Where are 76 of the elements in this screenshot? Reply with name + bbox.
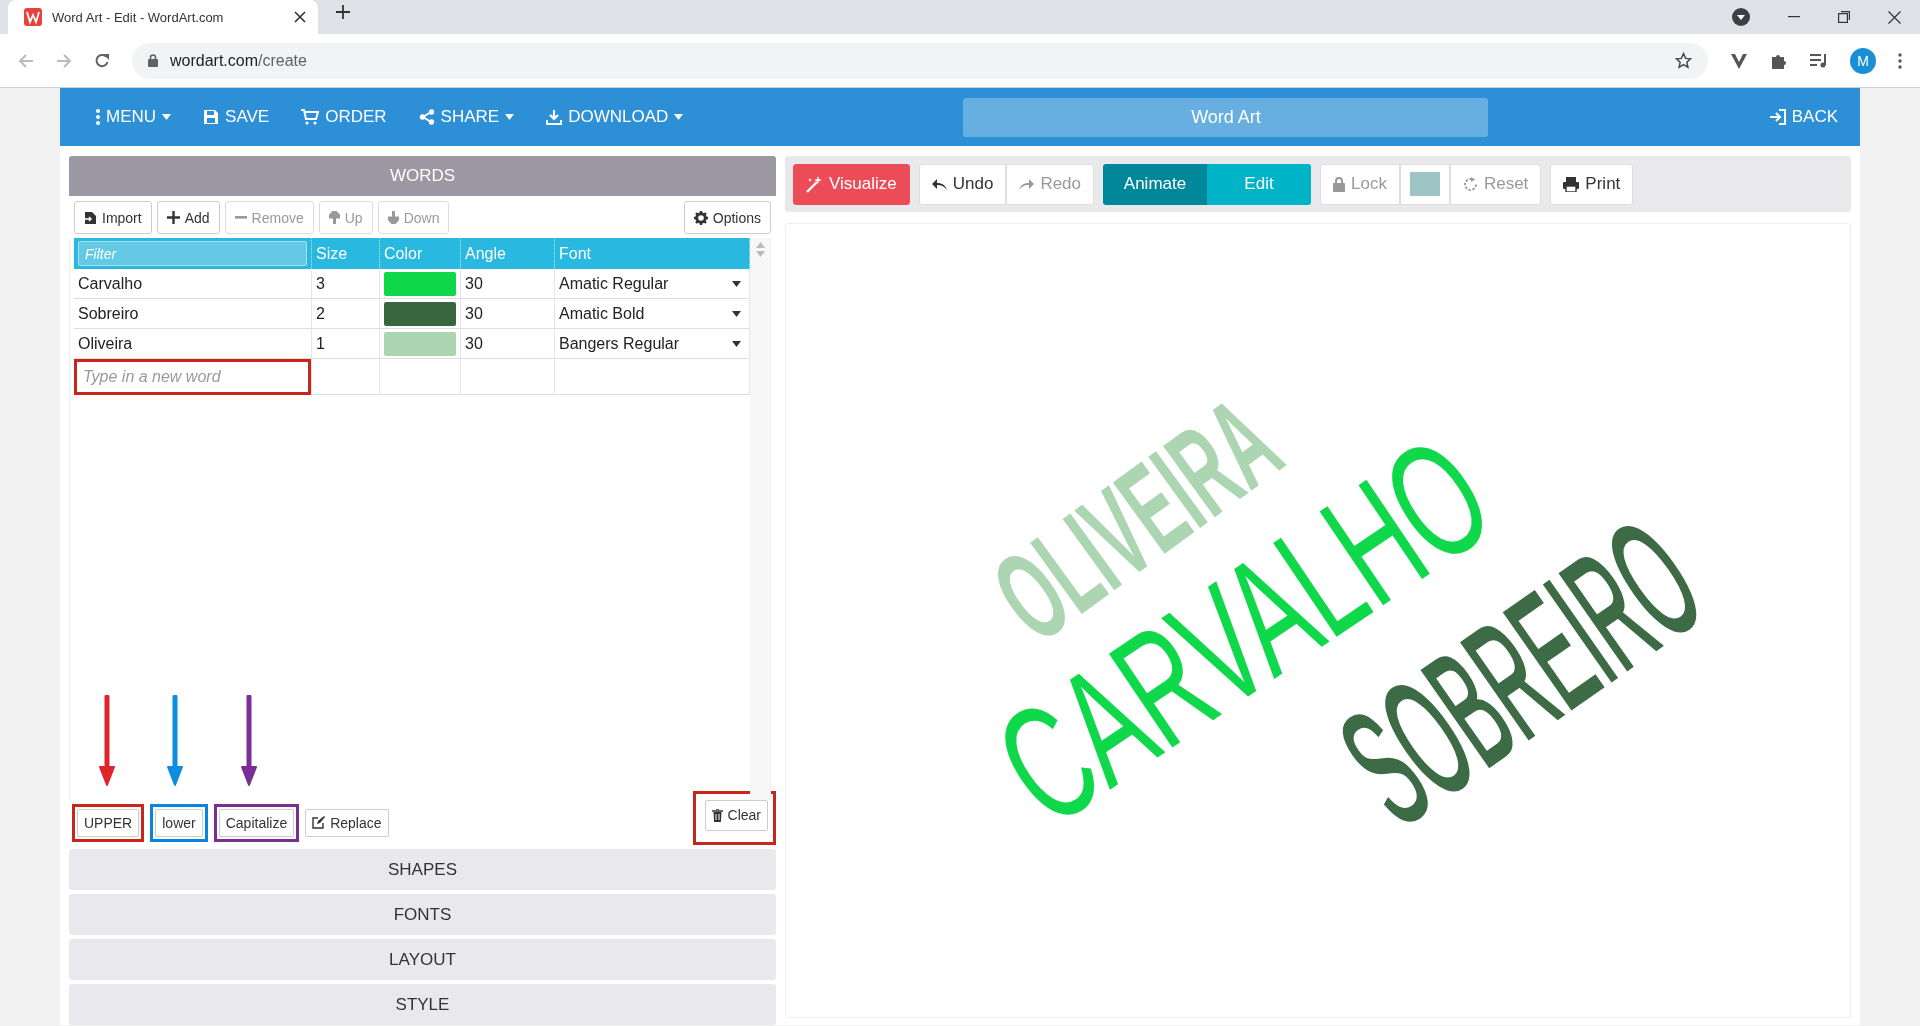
column-header: Color: [380, 238, 461, 269]
size-cell[interactable]: 3: [312, 269, 380, 299]
color-swatch[interactable]: [384, 301, 456, 326]
empty-table-cell[interactable]: [380, 359, 461, 395]
profile-avatar[interactable]: M: [1850, 47, 1876, 74]
minimize-icon[interactable]: [1788, 16, 1800, 18]
options-button[interactable]: Options: [683, 201, 771, 234]
padlock-icon: [1333, 176, 1345, 192]
down-arrow-icon: [387, 211, 399, 224]
undo-button[interactable]: Undo: [918, 163, 1007, 205]
angle-cell[interactable]: 30: [461, 329, 555, 359]
media-queue-icon[interactable]: [1810, 52, 1828, 69]
size-cell[interactable]: 2: [312, 299, 380, 329]
visualize-button[interactable]: Visualize: [793, 163, 910, 205]
case-button[interactable]: UPPER: [77, 808, 140, 837]
tab-search-icon[interactable]: [1732, 8, 1750, 26]
redo-arrow-icon: [1019, 178, 1035, 190]
word-cell[interactable]: Carvalho: [74, 269, 312, 299]
empty-table-cell[interactable]: [461, 359, 555, 395]
angle-cell[interactable]: 30: [461, 299, 555, 329]
download-icon: [546, 109, 563, 125]
caret-icon: [674, 114, 684, 120]
lock-icon: [148, 54, 158, 67]
mode-tab[interactable]: Animate: [1103, 163, 1207, 205]
column-header: Angle: [461, 238, 555, 269]
close-icon[interactable]: [1888, 10, 1901, 24]
caret-icon: [732, 340, 741, 347]
accordion-section-header[interactable]: SHAPES: [69, 849, 776, 890]
edit-icon: [312, 816, 326, 829]
more-options-icon[interactable]: [1898, 52, 1902, 69]
up-arrow-icon: [328, 211, 340, 224]
caret-icon: [732, 280, 741, 287]
printer-icon: [1563, 176, 1580, 192]
word-cell[interactable]: Oliveira: [74, 329, 312, 359]
column-header: Size: [312, 238, 380, 269]
case-button[interactable]: lower: [155, 808, 203, 837]
minus-icon: [234, 216, 247, 219]
case-button[interactable]: Capitalize: [218, 808, 295, 837]
caret-icon: [732, 310, 741, 317]
caret-icon: [505, 114, 515, 120]
magic-wand-icon: [806, 175, 823, 193]
word-cell[interactable]: Sobreiro: [74, 299, 312, 329]
sign-in-icon: [1768, 109, 1786, 125]
import-icon: [84, 210, 97, 225]
trash-icon: [711, 808, 723, 822]
toolbar-button[interactable]: Import: [74, 201, 152, 234]
column-header: Font: [555, 238, 750, 269]
angle-cell[interactable]: 30: [461, 269, 555, 299]
undo-arrow-icon: [931, 178, 947, 190]
color-swatch[interactable]: [384, 331, 456, 356]
filter-field[interactable]: Filter: [78, 241, 307, 266]
cart-icon: [301, 109, 320, 125]
address-bar[interactable]: wordart.com/create: [132, 42, 1708, 79]
empty-table-cell[interactable]: [312, 359, 380, 395]
plus-icon: [166, 211, 180, 224]
reload-icon[interactable]: [94, 52, 110, 69]
accordion-section-header[interactable]: LAYOUT: [69, 939, 776, 980]
app-logo-icon: [24, 8, 42, 26]
reset-icon: [1462, 176, 1478, 192]
star-icon[interactable]: [1675, 52, 1692, 69]
replace-button[interactable]: Replace: [305, 808, 389, 837]
gear-icon: [693, 210, 708, 225]
accordion-section-header[interactable]: FONTS: [69, 894, 776, 935]
accordion-section-header[interactable]: STYLE: [69, 984, 776, 1025]
close-icon[interactable]: [294, 11, 306, 23]
caret-icon: [162, 114, 172, 120]
share-icon: [418, 109, 435, 125]
clear-button[interactable]: Clear: [704, 799, 768, 831]
new-tab-icon[interactable]: [336, 5, 350, 19]
color-swatch[interactable]: [384, 271, 456, 296]
dots-icon: [96, 109, 100, 125]
size-cell[interactable]: 1: [312, 329, 380, 359]
extension-icon[interactable]: [1730, 51, 1748, 70]
toolbar-button[interactable]: Add: [156, 201, 220, 234]
print-button[interactable]: Print: [1550, 163, 1634, 205]
restore-icon[interactable]: [1838, 11, 1850, 23]
